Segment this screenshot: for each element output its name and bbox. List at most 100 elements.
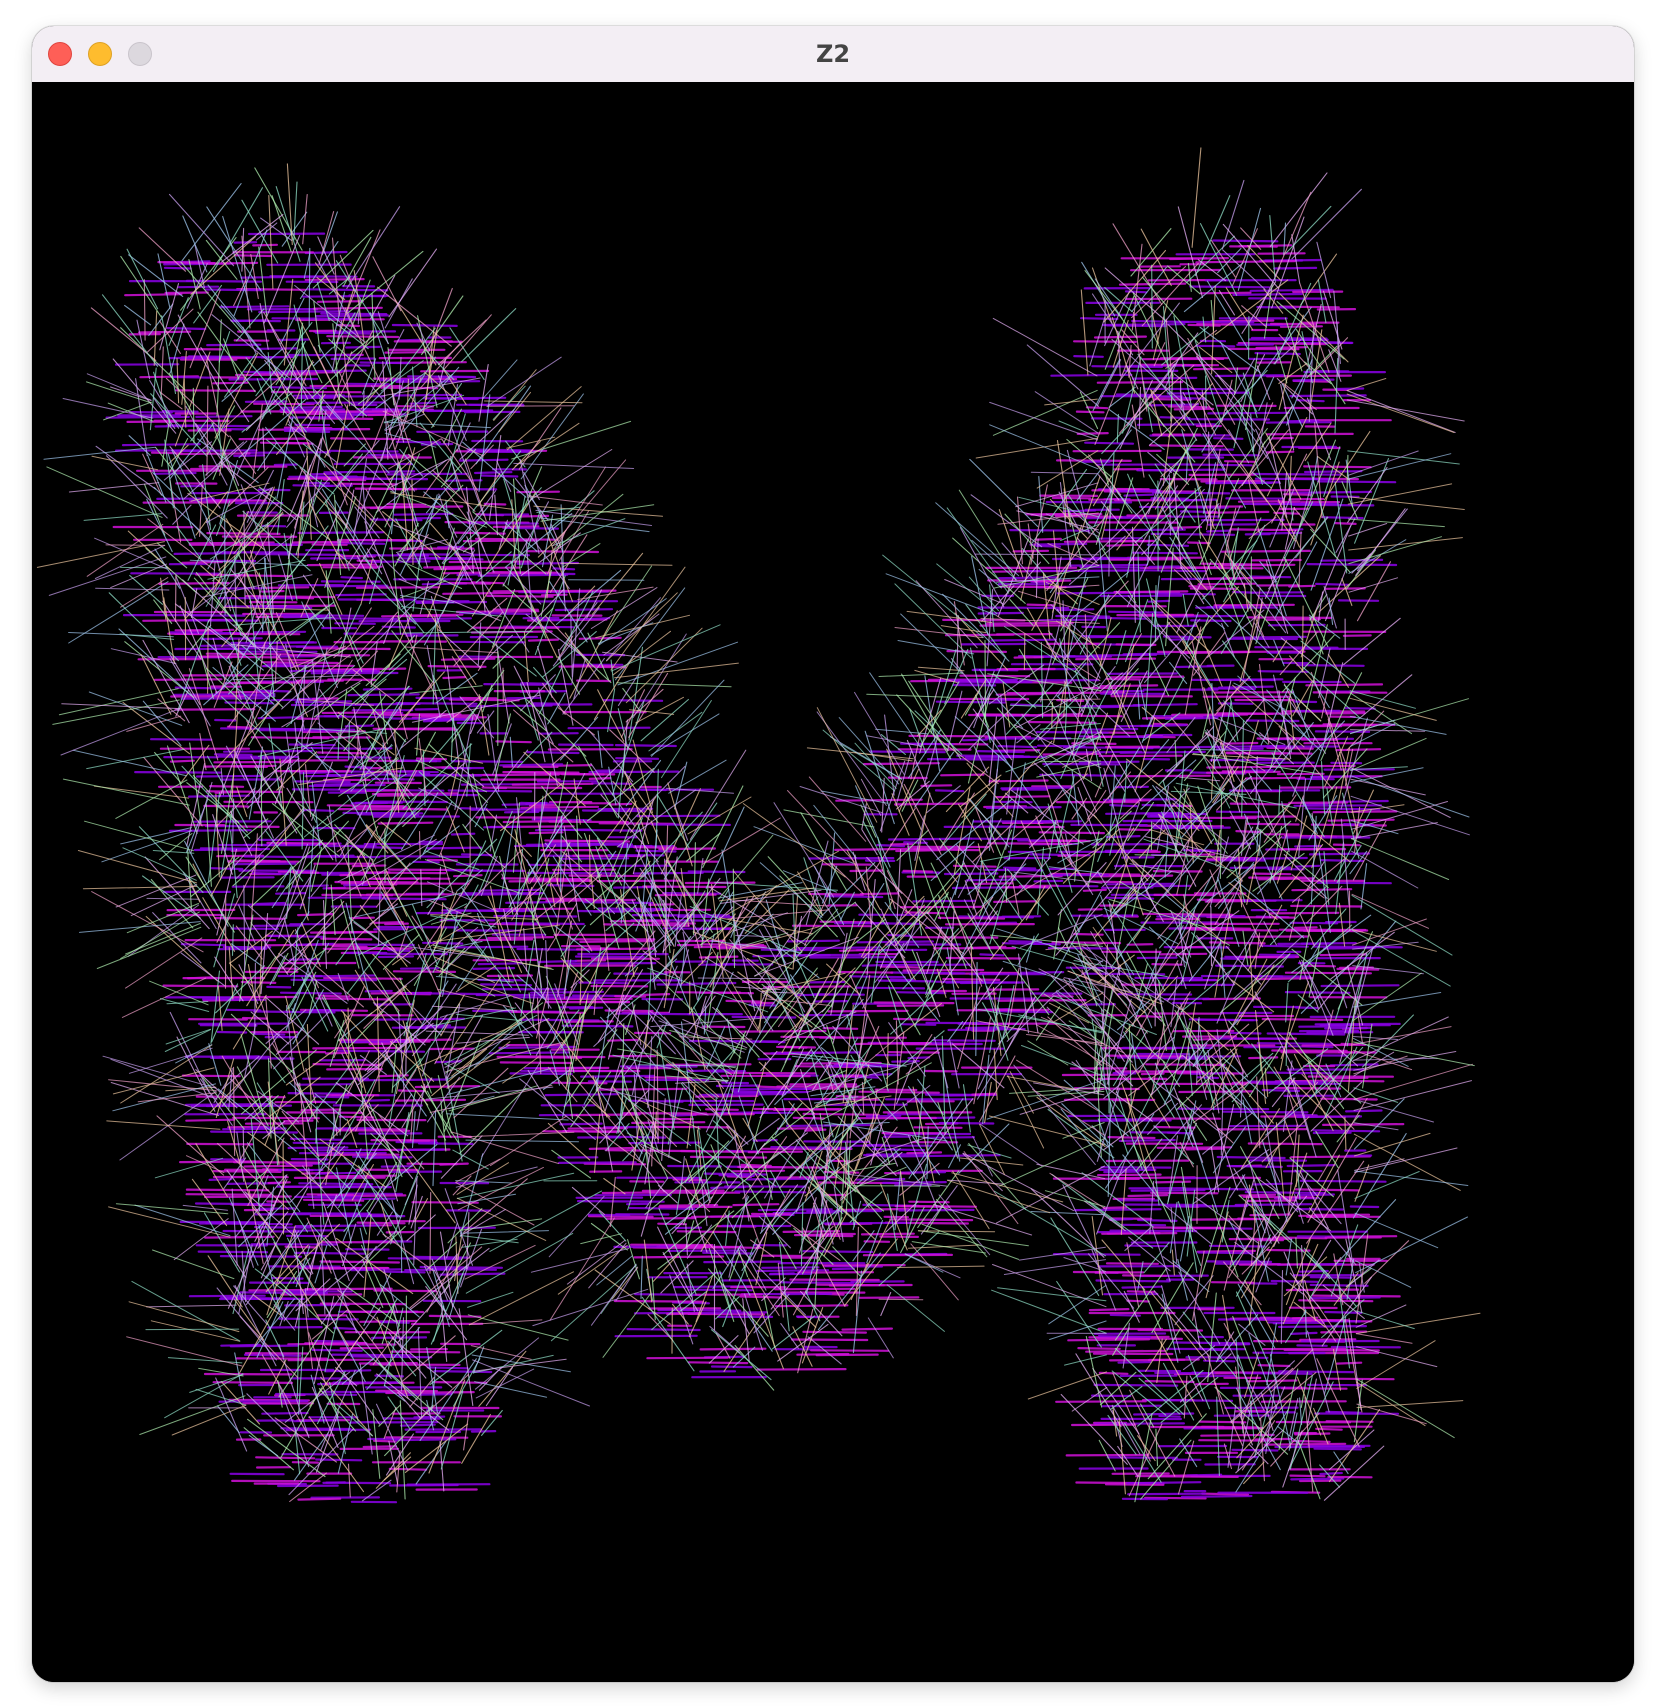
base-strand (1222, 1110, 1309, 1114)
base-strand (492, 907, 575, 911)
base-strand (404, 991, 488, 996)
base-strand (254, 1225, 312, 1229)
base-strand (1088, 1307, 1130, 1312)
base-strand (470, 938, 534, 942)
base-strand (809, 1349, 890, 1352)
base-strand (306, 563, 378, 567)
base-strand (266, 841, 337, 845)
base-strand (149, 738, 213, 741)
base-strand (993, 900, 1037, 904)
base-strand (756, 1367, 847, 1371)
base-strand (258, 310, 350, 314)
base-strand (1316, 480, 1397, 484)
base-strand (1162, 635, 1212, 639)
base-strand (1197, 1251, 1254, 1255)
base-strand (635, 849, 677, 853)
base-strand (373, 1439, 397, 1443)
base-strand (1012, 549, 1050, 553)
base-strand (486, 594, 554, 598)
base-strand (449, 640, 526, 644)
base-strand (1093, 1383, 1179, 1387)
base-strand (768, 1272, 813, 1276)
base-strand (1189, 285, 1271, 289)
base-strand (1108, 799, 1152, 803)
base-strand (384, 922, 409, 926)
base-strand (1101, 1231, 1178, 1235)
base-strand (605, 1216, 697, 1220)
base-strand (209, 784, 245, 788)
base-strand (302, 294, 390, 298)
base-strand (399, 1423, 436, 1427)
base-strand (1085, 406, 1109, 410)
base-strand (1319, 1079, 1385, 1083)
base-strand (925, 1154, 1001, 1158)
base-strand (1034, 537, 1062, 541)
title-bar[interactable]: Z2 (32, 26, 1634, 83)
base-strand (1217, 685, 1274, 689)
base-strand (195, 415, 253, 418)
base-strand (628, 1206, 696, 1211)
base-strand (815, 1283, 885, 1287)
base-strand (224, 681, 273, 685)
base-strand (1126, 943, 1154, 946)
base-strand (1087, 635, 1139, 639)
base-strand (266, 985, 292, 989)
base-strand (1300, 941, 1357, 945)
base-strand (1301, 964, 1337, 968)
base-strand (1329, 1063, 1379, 1067)
base-strand (613, 1299, 705, 1303)
base-strand (1016, 820, 1083, 824)
base-strand (1190, 619, 1232, 623)
hair-strand (308, 247, 311, 327)
base-strand (250, 736, 330, 740)
base-strand (350, 801, 404, 805)
base-strand (795, 1315, 822, 1319)
base-strand (732, 1203, 780, 1207)
base-strand (213, 753, 253, 757)
base-strand (1169, 525, 1203, 529)
base-strand (1122, 818, 1169, 823)
base-strand (1123, 493, 1155, 497)
base-strand (1291, 888, 1353, 892)
base-strand (391, 1038, 452, 1042)
base-strand (964, 755, 1048, 759)
hair-strand (192, 387, 195, 444)
base-strand (942, 977, 1001, 982)
base-strand (234, 254, 273, 258)
base-strand (397, 770, 439, 774)
base-strand (1289, 921, 1339, 925)
base-strand (164, 291, 209, 295)
base-strand (1026, 603, 1054, 607)
base-strand (567, 726, 651, 730)
base-strand (1289, 394, 1367, 398)
base-strand (1335, 387, 1365, 391)
base-strand (188, 1294, 266, 1298)
base-strand (947, 1027, 1026, 1032)
base-strand (396, 1148, 445, 1152)
base-strand (908, 1200, 950, 1204)
hair-strand (260, 751, 263, 847)
base-strand (195, 774, 263, 778)
base-strand (937, 916, 1006, 920)
base-strand (658, 1203, 719, 1207)
base-strand (1229, 1031, 1262, 1035)
base-strand (1309, 775, 1365, 779)
base-strand (361, 1098, 391, 1102)
base-strand (863, 1143, 886, 1147)
base-strand (480, 474, 519, 478)
base-strand (786, 939, 840, 943)
base-strand (1293, 700, 1318, 704)
base-strand (511, 782, 594, 786)
base-strand (834, 848, 896, 852)
base-strand (945, 956, 1022, 960)
base-strand (353, 845, 403, 850)
base-strand (1344, 1109, 1383, 1113)
base-strand (1009, 529, 1091, 532)
base-strand (1127, 774, 1212, 778)
base-strand (1073, 355, 1104, 358)
base-strand (216, 1030, 248, 1034)
base-strand (169, 759, 195, 763)
base-strand (1273, 511, 1300, 515)
base-strand (790, 1338, 869, 1342)
base-strand (979, 953, 1005, 957)
